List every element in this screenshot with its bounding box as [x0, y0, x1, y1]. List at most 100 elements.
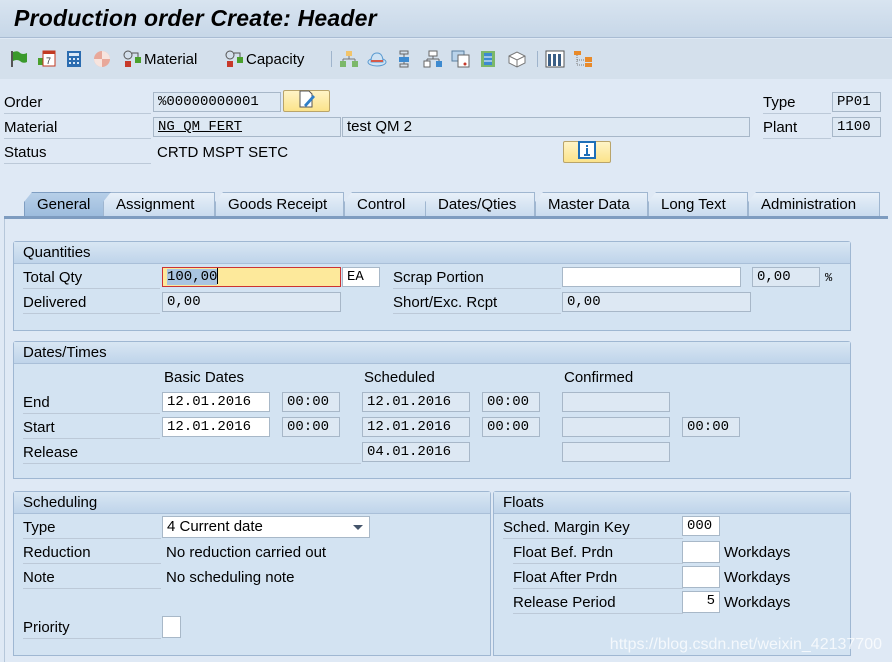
scheduling-title: Scheduling — [14, 492, 490, 514]
sched-margin-key-input[interactable]: 000 — [682, 516, 720, 536]
tree-button[interactable] — [573, 49, 592, 69]
edit-pencil-icon — [298, 90, 316, 112]
status-value: CRTD MSPT SETC — [157, 144, 289, 161]
delivered-field: 0,00 — [162, 292, 341, 312]
tab-master-data[interactable]: Master Data — [535, 192, 648, 216]
total-qty-input[interactable]: 100,00 — [162, 267, 341, 287]
release-period-input[interactable]: 5 — [682, 591, 720, 613]
float-after-unit: Workdays — [724, 569, 791, 586]
float-before-production-label: Float Bef. Prdn — [513, 542, 683, 564]
release-period-label: Release Period — [513, 592, 683, 614]
tab-dates-qties[interactable]: Dates/Qties — [425, 192, 535, 216]
type-field: PP01 — [832, 92, 881, 112]
scheduling-type-label: Type — [23, 517, 161, 539]
unit-field[interactable]: EA — [342, 267, 380, 287]
tab-long-text[interactable]: Long Text — [648, 192, 748, 216]
start-label: Start — [23, 417, 160, 439]
order-label: Order — [4, 92, 151, 114]
dates-times-title: Dates/Times — [14, 342, 850, 364]
hat-icon — [367, 50, 387, 68]
chevron-down-icon — [353, 525, 363, 530]
percent-sign: % — [825, 271, 833, 285]
scheduling-type-dropdown[interactable]: 4 Current date — [162, 516, 370, 538]
scrap-portion-label: Scrap Portion — [393, 267, 561, 289]
columns-button[interactable] — [545, 49, 565, 69]
capacity-button[interactable]: Capacity — [225, 49, 304, 69]
flag-button[interactable] — [10, 49, 28, 69]
sequence-icon — [397, 50, 415, 68]
binder-icon — [480, 50, 498, 68]
network-icon — [423, 50, 442, 68]
info-icon — [578, 141, 596, 163]
network-button[interactable] — [423, 49, 442, 69]
application-toolbar: 7 Material Capacity — [0, 39, 892, 79]
document-button[interactable] — [451, 49, 470, 69]
calendar-button[interactable]: 7 — [37, 49, 56, 69]
tree-icon — [573, 50, 592, 68]
release-period-unit: Workdays — [724, 594, 791, 611]
tab-administration[interactable]: Administration — [748, 192, 880, 216]
watermark: https://blog.csdn.net/weixin_42137700 — [609, 636, 882, 653]
priority-input[interactable] — [162, 616, 181, 638]
scheduling-type-value: 4 Current date — [167, 518, 263, 535]
calendar-icon: 7 — [37, 50, 56, 68]
material-label: Material — [4, 117, 151, 139]
binder-button[interactable] — [480, 49, 498, 69]
toolbar-separator — [331, 51, 332, 67]
end-confirmed-date-field — [562, 392, 670, 412]
end-scheduled-date-field: 12.01.2016 — [362, 392, 470, 412]
float-after-production-label: Float After Prdn — [513, 567, 683, 589]
calculator-icon — [66, 50, 84, 68]
pie-button[interactable] — [93, 49, 111, 69]
hat-button[interactable] — [367, 49, 387, 69]
calculator-button[interactable] — [66, 49, 84, 69]
short-exc-rcpt-field: 0,00 — [562, 292, 751, 312]
reduction-value: No reduction carried out — [166, 544, 327, 561]
scrap-percent-field: 0,00 — [752, 267, 820, 287]
release-label: Release — [23, 442, 361, 464]
plant-label: Plant — [763, 117, 831, 139]
tab-assignment[interactable]: Assignment — [103, 192, 215, 216]
material-components-icon — [123, 50, 141, 68]
end-scheduled-time-field: 00:00 — [482, 392, 540, 412]
start-confirmed-time-field: 00:00 — [682, 417, 740, 437]
start-basic-time-field: 00:00 — [282, 417, 340, 437]
reduction-label: Reduction — [23, 542, 161, 564]
svg-text:7: 7 — [46, 56, 51, 66]
tab-control[interactable]: Control — [344, 192, 436, 216]
float-before-production-input[interactable] — [682, 541, 720, 563]
material-field[interactable]: NG_QM_FERT — [153, 117, 341, 137]
note-value: No scheduling note — [166, 569, 295, 586]
order-field: %00000000001 — [153, 92, 281, 112]
end-basic-date-input[interactable]: 12.01.2016 — [162, 392, 270, 412]
page-title: Production order Create: Header — [14, 5, 377, 31]
status-label: Status — [4, 142, 151, 164]
edit-order-button[interactable] — [283, 90, 330, 112]
material-description-field: test QM 2 — [342, 117, 750, 137]
float-after-production-input[interactable] — [682, 566, 720, 588]
tab-goods-receipt[interactable]: Goods Receipt — [215, 192, 344, 216]
status-info-button[interactable] — [563, 141, 611, 163]
box-button[interactable] — [507, 49, 526, 69]
material-button-label: Material — [144, 50, 198, 68]
float-before-unit: Workdays — [724, 544, 791, 561]
floats-title: Floats — [494, 492, 850, 514]
capacity-button-label: Capacity — [246, 50, 305, 68]
start-basic-date-input[interactable]: 12.01.2016 — [162, 417, 270, 437]
start-confirmed-date-field — [562, 417, 670, 437]
hierarchy-button[interactable] — [339, 49, 358, 69]
sequence-button[interactable] — [397, 49, 415, 69]
confirmed-header: Confirmed — [564, 369, 634, 386]
plant-field: 1100 — [832, 117, 881, 137]
quantities-title: Quantities — [14, 242, 850, 264]
pie-icon — [93, 50, 111, 68]
scrap-portion-input[interactable] — [562, 267, 741, 287]
tab-general[interactable]: General — [24, 192, 112, 216]
document-icon — [451, 50, 470, 68]
note-label: Note — [23, 567, 161, 589]
material-button[interactable]: Material — [123, 49, 197, 69]
release-confirmed-date-field — [562, 442, 670, 462]
flag-icon — [10, 50, 28, 68]
total-qty-value: 100,00 — [167, 269, 218, 285]
priority-label: Priority — [23, 617, 161, 639]
